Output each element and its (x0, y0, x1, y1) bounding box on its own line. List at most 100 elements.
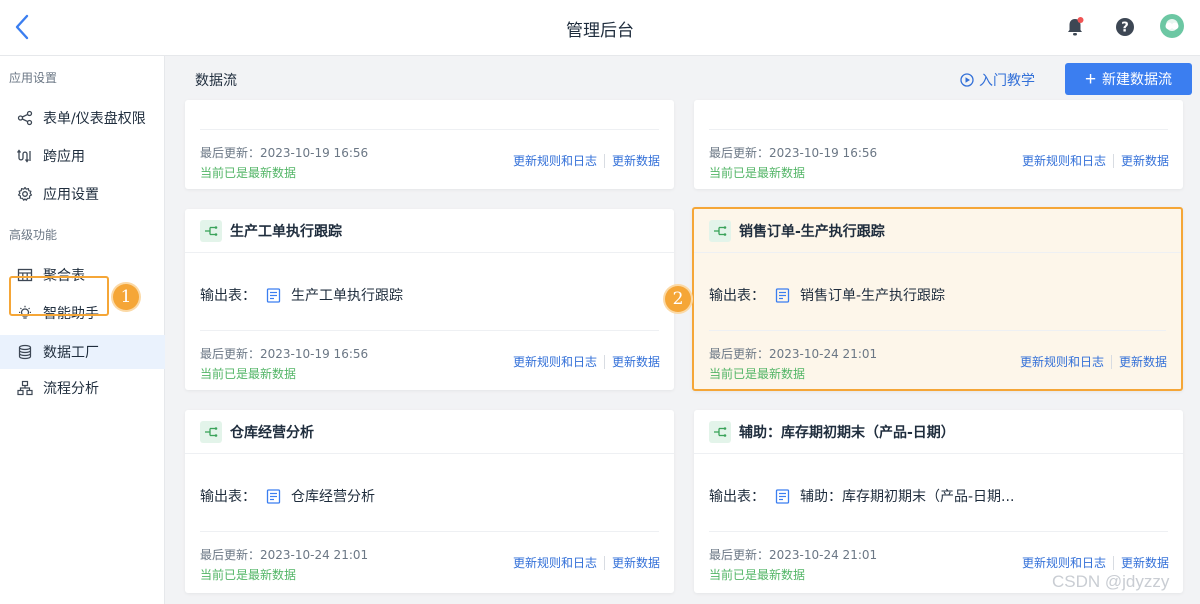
dataflow-card-highlighted[interactable]: 销售订单-生产执行跟踪 输出表： 销售订单-生产执行跟踪 最后更新：2023-1… (692, 207, 1183, 391)
update-rules-log-link[interactable]: 更新规则和日志 (513, 152, 597, 169)
output-table-name[interactable]: 生产工单执行跟踪 (291, 285, 403, 305)
card-last-updated: 最后更新：2023-10-19 16:56 (200, 347, 369, 361)
card-title: 仓库经营分析 (230, 424, 314, 441)
sidebar-item-label: 应用设置 (43, 187, 99, 203)
sidebar-item-assistant[interactable]: 智能助手 (0, 296, 165, 330)
sidebar-item-label: 聚合表 (43, 268, 85, 284)
tutorial-link[interactable]: 入门教学 (960, 70, 1035, 90)
card-status: 当前已是最新数据 (200, 166, 297, 180)
sidebar-item-data-factory[interactable]: 数据工厂 (0, 335, 165, 369)
update-rules-log-link[interactable]: 更新规则和日志 (1020, 353, 1104, 370)
sidebar-group-app-settings: 应用设置 (9, 71, 58, 85)
card-status: 当前已是最新数据 (709, 568, 806, 582)
plus-icon: + (1084, 68, 1097, 90)
card-title: 生产工单执行跟踪 (230, 223, 342, 240)
update-rules-log-link[interactable]: 更新规则和日志 (513, 353, 597, 370)
update-data-link[interactable]: 更新数据 (612, 353, 660, 370)
card-last-updated: 最后更新：2023-10-19 16:56 (709, 146, 878, 160)
help-icon[interactable]: ? (1114, 16, 1136, 38)
top-bar: 管理后台 ? (0, 0, 1200, 56)
share-icon (17, 110, 33, 126)
section-title: 数据流 (195, 73, 237, 89)
link-divider (1110, 354, 1112, 369)
card-actions: 更新规则和日志 更新数据 (513, 353, 660, 370)
update-data-link[interactable]: 更新数据 (1119, 353, 1167, 370)
card-actions: 更新规则和日志 更新数据 (513, 554, 660, 571)
card-actions: 更新规则和日志 更新数据 (1022, 152, 1169, 169)
card-title: 销售订单-生产执行跟踪 (739, 223, 885, 240)
update-rules-log-link[interactable]: 更新规则和日志 (513, 554, 597, 571)
card-actions: 更新规则和日志 更新数据 (1022, 554, 1169, 571)
form-icon (775, 287, 790, 303)
form-icon (266, 287, 281, 303)
output-table-name[interactable]: 辅助：库存期初期末（产品-日期... (800, 486, 1014, 506)
dataflow-card[interactable]: 最后更新：2023-10-19 16:56 当前已是最新数据 更新规则和日志 更… (694, 100, 1183, 189)
output-label: 输出表： (200, 288, 256, 304)
table-icon (17, 268, 33, 282)
avatar[interactable] (1160, 14, 1184, 38)
output-label: 输出表： (709, 288, 765, 304)
sidebar-item-process-analysis[interactable]: 流程分析 (0, 371, 165, 405)
cross-app-icon (17, 149, 31, 163)
flowchart-icon (17, 380, 33, 396)
sidebar: 应用设置 表单/仪表盘权限 跨应用 应用设置 高级功能 聚合表 智能助手 数据工… (0, 56, 165, 604)
link-divider (603, 153, 605, 168)
annotation-badge-1: 1 (113, 284, 139, 310)
dataflow-card[interactable]: 生产工单执行跟踪 输出表： 生产工单执行跟踪 最后更新：2023-10-19 1… (185, 209, 674, 390)
sidebar-item-permissions[interactable]: 表单/仪表盘权限 (0, 101, 165, 135)
card-divider (200, 129, 659, 130)
card-header: 销售订单-生产执行跟踪 (694, 209, 1181, 253)
dataflow-icon (200, 420, 222, 443)
output-table-name[interactable]: 仓库经营分析 (291, 486, 375, 506)
sidebar-item-app-settings[interactable]: 应用设置 (0, 177, 165, 211)
new-dataflow-label: 新建数据流 (1102, 71, 1173, 87)
output-table-name[interactable]: 销售订单-生产执行跟踪 (800, 285, 945, 305)
update-rules-log-link[interactable]: 更新规则和日志 (1022, 554, 1106, 571)
bell-icon[interactable] (1064, 16, 1086, 38)
output-label: 输出表： (709, 489, 765, 505)
sidebar-group-advanced: 高级功能 (9, 228, 58, 242)
update-rules-log-link[interactable]: 更新规则和日志 (1022, 152, 1106, 169)
card-header: 生产工单执行跟踪 (185, 209, 674, 253)
sidebar-item-label: 智能助手 (43, 306, 99, 322)
card-status: 当前已是最新数据 (200, 568, 297, 582)
play-circle-icon (960, 73, 974, 87)
card-actions: 更新规则和日志 更新数据 (1020, 353, 1167, 370)
new-dataflow-button[interactable]: + 新建数据流 (1065, 63, 1192, 95)
form-icon (775, 488, 790, 504)
sidebar-item-cross-app[interactable]: 跨应用 (0, 139, 165, 173)
sidebar-item-label: 跨应用 (43, 149, 85, 165)
update-data-link[interactable]: 更新数据 (612, 152, 660, 169)
card-output: 输出表： 生产工单执行跟踪 (200, 285, 403, 305)
card-actions: 更新规则和日志 更新数据 (513, 152, 660, 169)
card-status: 当前已是最新数据 (709, 166, 806, 180)
sidebar-item-label: 流程分析 (43, 381, 99, 397)
card-title: 辅助：库存期初期末（产品-日期） (739, 424, 955, 441)
card-divider (200, 531, 659, 532)
annotation-badge-2: 2 (665, 286, 691, 312)
card-last-updated: 最后更新：2023-10-24 21:01 (709, 548, 878, 562)
update-data-link[interactable]: 更新数据 (1121, 554, 1169, 571)
dataflow-card[interactable]: 最后更新：2023-10-19 16:56 当前已是最新数据 更新规则和日志 更… (185, 100, 674, 189)
update-data-link[interactable]: 更新数据 (1121, 152, 1169, 169)
card-output: 输出表： 仓库经营分析 (200, 486, 375, 506)
watermark: CSDN @jdyzzy (1052, 572, 1170, 591)
card-output: 输出表： 销售订单-生产执行跟踪 (709, 285, 945, 305)
dataflow-card[interactable]: 仓库经营分析 输出表： 仓库经营分析 最后更新：2023-10-24 21:01… (185, 410, 674, 593)
link-divider (603, 555, 605, 570)
sidebar-item-aggregate-table[interactable]: 聚合表 (0, 258, 165, 292)
sidebar-item-label: 表单/仪表盘权限 (43, 111, 146, 127)
link-divider (603, 354, 605, 369)
sidebar-item-label: 数据工厂 (43, 345, 99, 361)
card-output: 输出表： 辅助：库存期初期末（产品-日期... (709, 486, 1014, 506)
database-icon (18, 344, 32, 360)
update-data-link[interactable]: 更新数据 (612, 554, 660, 571)
card-header: 辅助：库存期初期末（产品-日期） (694, 410, 1183, 454)
page-title: 管理后台 (566, 21, 634, 41)
card-status: 当前已是最新数据 (200, 367, 297, 381)
link-divider (1112, 153, 1114, 168)
dataflow-card[interactable]: 辅助：库存期初期末（产品-日期） 输出表： 辅助：库存期初期末（产品-日期...… (694, 410, 1183, 593)
card-status: 当前已是最新数据 (709, 367, 806, 381)
dataflow-icon (709, 219, 731, 242)
svg-text:?: ? (1121, 21, 1129, 36)
